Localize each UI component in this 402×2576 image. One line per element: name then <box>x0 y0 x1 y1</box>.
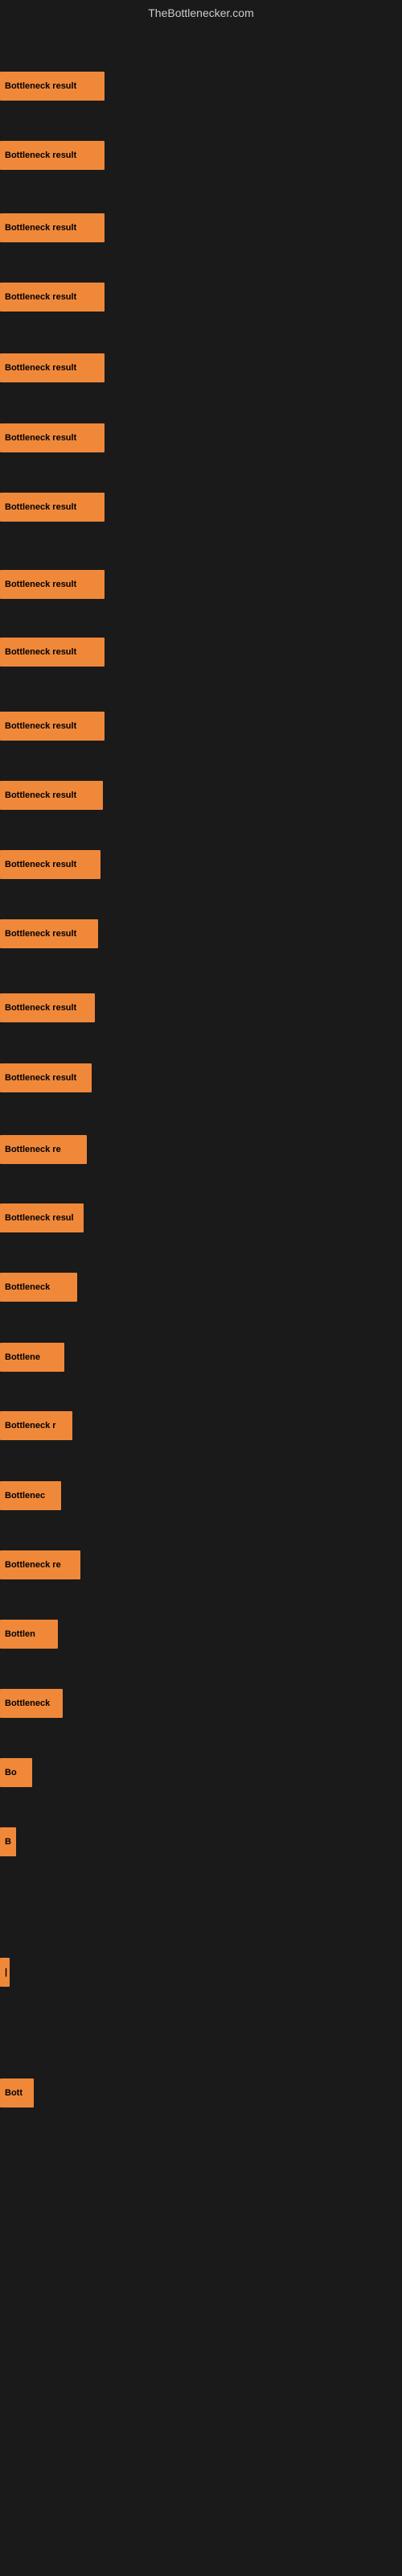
bar-label: Bottleneck re <box>5 1145 61 1154</box>
bar-label: Bottleneck r <box>5 1421 56 1430</box>
bar-label: Bottleneck result <box>5 433 76 443</box>
bar-item: Bott <box>0 2079 34 2107</box>
bar-item: Bottleneck result <box>0 712 105 741</box>
bar-label: Bottleneck result <box>5 151 76 160</box>
bar-item: B <box>0 1827 16 1856</box>
bar-item: Bottleneck result <box>0 283 105 312</box>
bar-item: Bottleneck result <box>0 1063 92 1092</box>
bar-item: Bottleneck result <box>0 353 105 382</box>
bar-label: Bottleneck result <box>5 860 76 869</box>
bar-item: Bottlenec <box>0 1481 61 1510</box>
bar-label: Bottleneck result <box>5 502 76 512</box>
bar-label: Bottleneck result <box>5 363 76 373</box>
site-title: TheBottlenecker.com <box>148 6 254 19</box>
bar-item: Bottleneck result <box>0 919 98 948</box>
bar-label: Bottleneck resul <box>5 1213 74 1223</box>
bar-item: Bottlen <box>0 1620 58 1649</box>
chart-area: Bottleneck result Bottleneck result Bottle… <box>0 26 402 2570</box>
bar-label: Bottleneck result <box>5 647 76 657</box>
bar-label: Bottleneck <box>5 1699 50 1708</box>
bar-label: Bottleneck result <box>5 1073 76 1083</box>
bar-label: Bottleneck result <box>5 81 76 91</box>
bar-item: Bottleneck re <box>0 1550 80 1579</box>
bar-item: | <box>0 1958 10 1987</box>
bar-label: Bottleneck result <box>5 223 76 233</box>
bar-item: Bottleneck result <box>0 570 105 599</box>
bar-item: Bottleneck result <box>0 423 105 452</box>
bar-label: Bottleneck result <box>5 1003 76 1013</box>
bar-item: Bottlene <box>0 1343 64 1372</box>
bar-label: Bottleneck re <box>5 1560 61 1570</box>
bar-item: Bottleneck result <box>0 493 105 522</box>
bar-label: Bottlen <box>5 1629 35 1639</box>
bar-item: Bottleneck r <box>0 1411 72 1440</box>
page-header: TheBottlenecker.com <box>0 0 402 26</box>
bar-label: Bottleneck result <box>5 292 76 302</box>
bar-item: Bottleneck result <box>0 141 105 170</box>
bar-item: Bottleneck <box>0 1689 63 1718</box>
bar-item: Bo <box>0 1758 32 1787</box>
bar-item: Bottleneck result <box>0 213 105 242</box>
bar-label: Bottlenec <box>5 1491 45 1501</box>
bar-label: Bo <box>5 1768 17 1777</box>
bar-label: Bottlene <box>5 1352 40 1362</box>
bar-label: Bottleneck result <box>5 929 76 939</box>
bar-item: Bottleneck result <box>0 993 95 1022</box>
bar-item: Bottleneck result <box>0 850 100 879</box>
bar-label: Bottleneck result <box>5 721 76 731</box>
bar-item: Bottleneck result <box>0 72 105 101</box>
bar-label: Bott <box>5 2088 23 2098</box>
bar-item: Bottleneck re <box>0 1135 87 1164</box>
bar-item: Bottleneck resul <box>0 1203 84 1232</box>
bar-label: B <box>5 1837 11 1847</box>
bar-label: | <box>5 1967 7 1977</box>
bar-item: Bottleneck <box>0 1273 77 1302</box>
bar-item: Bottleneck result <box>0 638 105 667</box>
bar-label: Bottleneck result <box>5 580 76 589</box>
bar-label: Bottleneck <box>5 1282 50 1292</box>
bar-item: Bottleneck result <box>0 781 103 810</box>
bar-label: Bottleneck result <box>5 791 76 800</box>
